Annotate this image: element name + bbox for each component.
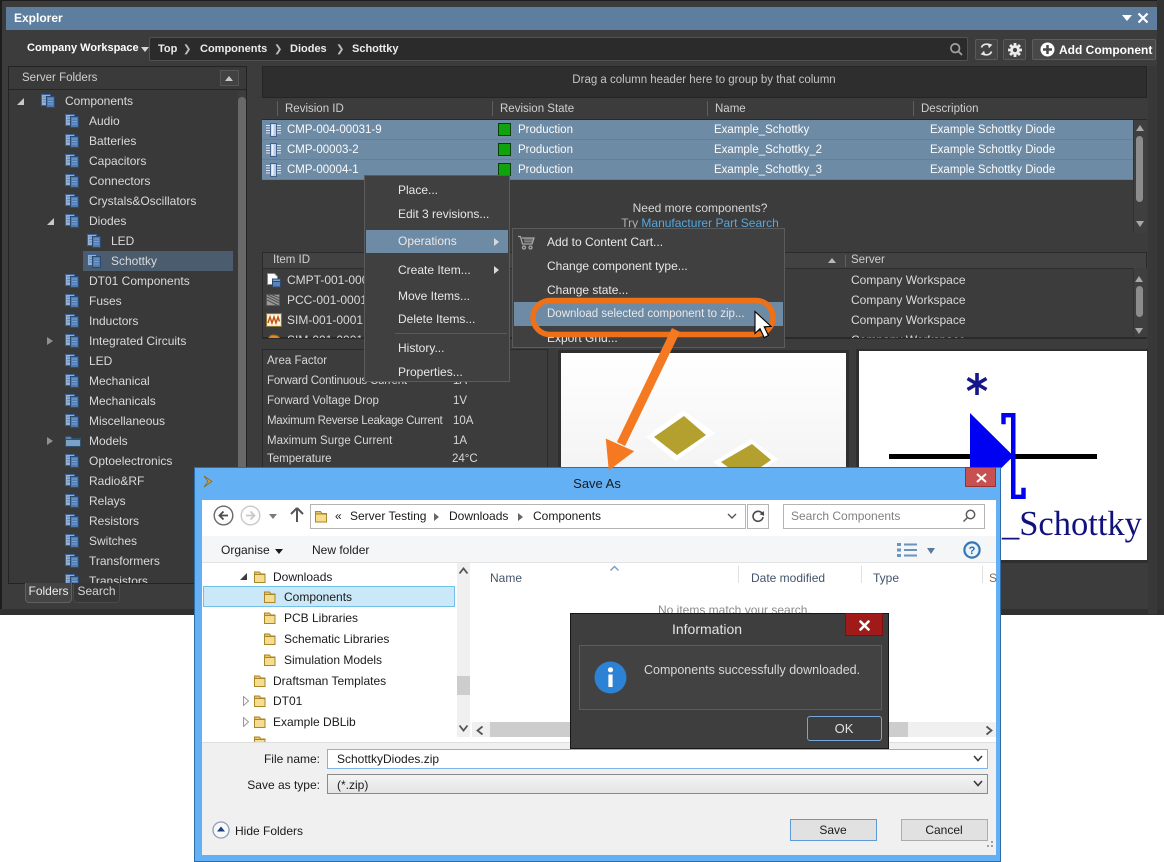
svg-text:?: ?	[969, 545, 976, 557]
svg-text:_Schottky: _Schottky	[1001, 505, 1143, 543]
